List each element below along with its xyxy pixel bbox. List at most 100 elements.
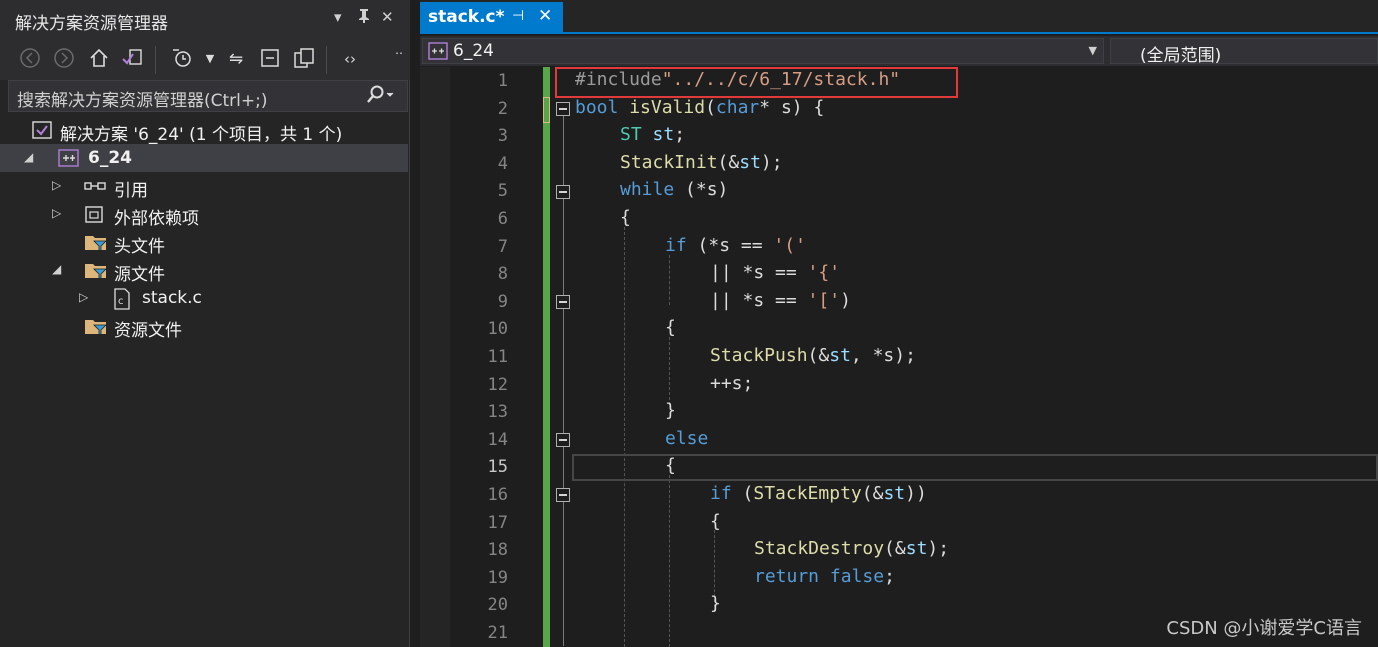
- home-icon[interactable]: [87, 47, 111, 71]
- scope-dropdown[interactable]: (全局范围): [1110, 38, 1378, 66]
- collapse-block-icon[interactable]: [556, 433, 570, 447]
- external-deps-label: 外部依赖项: [114, 209, 199, 229]
- code-line-13: }: [665, 400, 676, 421]
- references-icon: [84, 176, 106, 196]
- code-line-6: {: [620, 207, 631, 228]
- code-line-5: while (*s): [620, 179, 729, 200]
- stack-c-label: stack.c: [142, 288, 202, 308]
- tab-label: stack.c*: [428, 7, 505, 27]
- line-number: 10: [487, 319, 508, 339]
- vs-switch-views-icon[interactable]: [120, 47, 144, 71]
- line-number: 3: [497, 126, 508, 146]
- change-tracking-bar: [543, 67, 550, 647]
- indicator-margin: [420, 67, 450, 647]
- solution-explorer-panel: 解决方案资源管理器 ▾ ✕ ▼ ⇋ ‹› ‥ 搜索解决方案资源管理器(Ctrl+…: [0, 0, 410, 647]
- chevron-down-icon: ▼: [1088, 44, 1097, 57]
- editor-tab-strip: stack.c* ⊣ ✕: [420, 0, 1378, 34]
- cpp-project-icon: [58, 148, 79, 168]
- collapsed-chevron-icon[interactable]: ▷: [52, 206, 61, 220]
- collapsed-chevron-icon[interactable]: ▷: [52, 178, 61, 192]
- project-dropdown[interactable]: 6_24 ▼: [422, 38, 1104, 64]
- references-label: 引用: [114, 181, 148, 201]
- tree-references-node[interactable]: ▷ 引用: [0, 172, 408, 201]
- collapse-block-icon[interactable]: [556, 102, 570, 116]
- toolbar-overflow-icon[interactable]: ‥: [387, 38, 411, 62]
- indent-guide: [669, 255, 670, 305]
- solution-explorer-search-input[interactable]: 搜索解决方案资源管理器(Ctrl+;): [8, 80, 408, 112]
- code-view-icon[interactable]: ‹›: [338, 47, 362, 71]
- indent-guide: [624, 227, 625, 647]
- collapse-block-icon[interactable]: [556, 295, 570, 309]
- sync-icon[interactable]: ⇋: [224, 47, 248, 71]
- code-line-7: if (*s == '(': [665, 235, 806, 256]
- scope-dropdown-value: (全局范围): [1140, 46, 1222, 66]
- line-number: 14: [487, 430, 508, 450]
- tab-close-icon[interactable]: ✕: [538, 6, 552, 26]
- pin-icon[interactable]: [357, 8, 371, 28]
- tree-resource-files-node[interactable]: 资源文件: [0, 312, 408, 341]
- indent-guide: [669, 337, 670, 405]
- tree-solution-node[interactable]: 解决方案 '6_24' (1 个项目，共 1 个): [0, 116, 408, 145]
- back-icon[interactable]: [18, 47, 42, 71]
- tab-pin-icon[interactable]: ⊣: [512, 8, 524, 24]
- line-number: 12: [487, 375, 508, 395]
- solution-explorer-title: 解决方案资源管理器: [15, 14, 168, 34]
- code-line-9: || *s == '['): [710, 290, 851, 311]
- current-line-highlight: [572, 454, 1378, 481]
- cpp-project-icon: [428, 42, 448, 60]
- watermark: CSDN @小谢爱学C语言: [1166, 618, 1362, 639]
- highlight-annotation-box: [555, 67, 958, 98]
- external-dependencies-icon: [84, 204, 104, 224]
- tree-external-deps-node[interactable]: ▷ 外部依赖项: [0, 200, 408, 229]
- pending-changes-filter-icon[interactable]: [170, 47, 194, 71]
- tree-header-files-node[interactable]: 头文件: [0, 228, 408, 257]
- collapse-block-icon[interactable]: [556, 185, 570, 199]
- line-number: 18: [487, 540, 508, 560]
- code-line-4: StackInit(&st);: [620, 152, 783, 173]
- solution-icon: [31, 120, 52, 140]
- filter-folder-icon: [84, 260, 107, 280]
- code-line-14: else: [665, 428, 709, 449]
- collapsed-chevron-icon[interactable]: ▷: [79, 290, 88, 304]
- resource-files-label: 资源文件: [114, 321, 182, 341]
- solution-label: 解决方案 '6_24' (1 个项目，共 1 个): [60, 125, 343, 145]
- project-label: 6_24: [88, 148, 132, 168]
- collapse-all-icon[interactable]: [258, 47, 282, 71]
- navigation-bar: 6_24 ▼ (全局范围): [420, 36, 1378, 66]
- line-number: 9: [497, 292, 508, 312]
- indent-guide: [669, 475, 670, 647]
- code-line-12: ++s;: [710, 373, 754, 394]
- code-editor[interactable]: 1 2 3 4 5 6 7 8 9 10 11 12 13 14 15 16 1…: [420, 67, 1378, 647]
- line-number: 19: [487, 568, 508, 588]
- code-line-17: {: [710, 511, 721, 532]
- tree-source-files-node[interactable]: ◢ 源文件: [0, 256, 408, 285]
- code-line-2: bool isValid(char* s) {: [575, 97, 825, 118]
- line-number: 6: [497, 209, 508, 229]
- code-line-3: ST st;: [620, 124, 686, 145]
- show-all-files-icon[interactable]: [292, 47, 316, 71]
- tree-stack-c-node[interactable]: ▷ c stack.c: [0, 284, 408, 312]
- code-line-18: StackDestroy(&st);: [754, 538, 950, 559]
- expanded-chevron-icon[interactable]: ◢: [24, 150, 33, 164]
- line-number: 7: [497, 237, 508, 257]
- tab-stack-c[interactable]: stack.c* ⊣ ✕: [420, 2, 563, 34]
- code-line-15: {: [665, 455, 676, 476]
- code-line-19: return false;: [754, 566, 895, 587]
- expanded-chevron-icon[interactable]: ◢: [52, 262, 61, 276]
- line-number: 8: [497, 264, 508, 284]
- line-number: 13: [487, 402, 508, 422]
- line-number-current: 15: [487, 457, 508, 477]
- collapse-block-icon[interactable]: [556, 488, 570, 502]
- forward-icon[interactable]: [52, 47, 76, 71]
- line-number: 1: [497, 71, 508, 91]
- svg-text:c: c: [118, 296, 124, 307]
- line-number: 20: [487, 595, 508, 615]
- search-icon[interactable]: [365, 84, 395, 113]
- tree-project-node[interactable]: ◢ 6_24: [0, 144, 408, 172]
- line-number: 16: [487, 485, 508, 505]
- line-number: 2: [497, 99, 508, 119]
- filter-dropdown-icon[interactable]: ▼: [198, 47, 222, 71]
- c-file-icon: c: [112, 288, 132, 310]
- close-panel-icon[interactable]: ✕: [381, 8, 394, 26]
- window-position-dropdown-icon[interactable]: ▾: [334, 8, 342, 26]
